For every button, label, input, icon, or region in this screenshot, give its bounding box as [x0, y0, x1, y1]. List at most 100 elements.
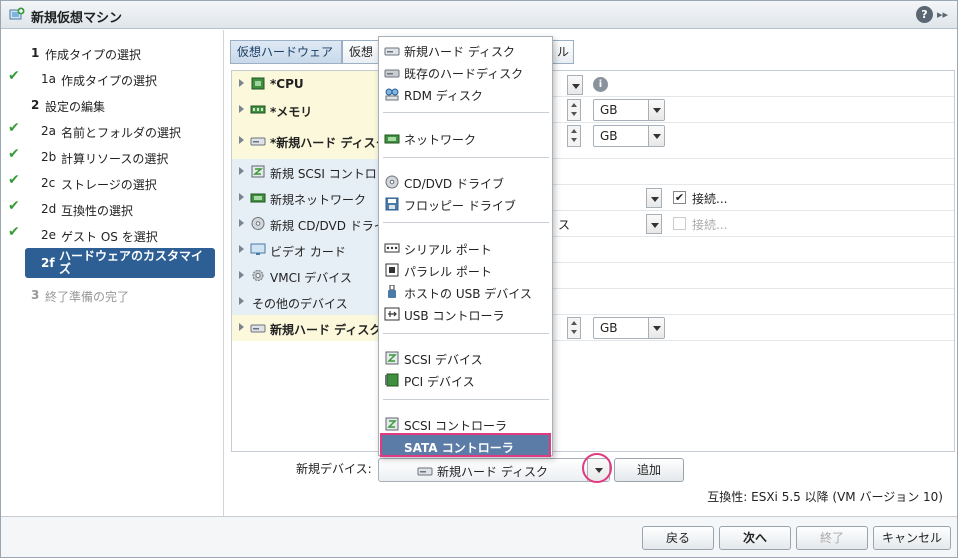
chevron-down-icon[interactable]	[648, 100, 664, 120]
expand-arrow-icon[interactable]	[239, 245, 244, 253]
menu-item-label: RDM ディスク	[404, 89, 483, 103]
menu-item-pci-device[interactable]: PCI デバイス	[379, 369, 552, 391]
step-1a[interactable]: ✔ 1a 作成タイプの選択	[1, 68, 221, 90]
cpu-icon	[251, 77, 265, 90]
tab-sdrs-rules[interactable]: ル	[552, 40, 574, 64]
disk-unit-select[interactable]: GB	[593, 125, 665, 147]
disk2-unit-select[interactable]: GB	[593, 317, 665, 339]
step-2d[interactable]: ✔ 2d 互換性の選択	[1, 198, 221, 220]
hw-row-new-hard-disk-2[interactable]: 新規ハード ディスク GB	[232, 315, 954, 341]
menu-item-parallel-port[interactable]: パラレル ポート	[379, 259, 552, 281]
step-number: 2d	[41, 202, 57, 216]
cd-media-value: ス	[558, 218, 571, 232]
menu-item-scsi-device[interactable]: SCSI デバイス	[379, 347, 552, 369]
step-number: 2	[31, 98, 40, 112]
expand-arrow-icon[interactable]	[239, 297, 244, 305]
tab-virtual-hardware[interactable]: 仮想ハードウェア	[230, 40, 342, 64]
memory-spinner[interactable]	[567, 99, 581, 121]
step-3: 3 終了準備の完了	[1, 284, 221, 306]
scsi-controller-icon	[385, 417, 399, 431]
new-device-select[interactable]: 新規ハード ディスク	[378, 458, 610, 482]
disk-size-spinner[interactable]	[567, 125, 581, 147]
expand-arrow-icon[interactable]	[239, 219, 244, 227]
menu-item-floppy[interactable]: フロッピー ドライブ	[379, 193, 552, 215]
menu-item-cd-dvd[interactable]: CD/DVD ドライブ	[379, 171, 552, 193]
serial-port-icon	[384, 243, 400, 253]
menu-item-label: USB コントローラ	[404, 309, 505, 323]
menu-item-label: ホストの USB デバイス	[404, 287, 532, 301]
hw-name: VMCI デバイス	[270, 271, 352, 285]
hw-row-scsi-controller[interactable]: 新規 SCSI コントロー	[232, 159, 954, 185]
menu-item-network[interactable]: ネットワーク	[379, 127, 552, 149]
expand-arrow-icon[interactable]	[239, 79, 244, 87]
step-number: 2c	[41, 176, 56, 190]
step-label: 設定の編集	[45, 100, 106, 114]
cd-connect-label: 接続...	[692, 218, 728, 232]
expand-arrow-icon[interactable]	[239, 323, 244, 331]
hard-disk-icon	[384, 47, 400, 56]
menu-item-host-usb-device[interactable]: ホストの USB デバイス	[379, 281, 552, 303]
new-device-selected-value: 新規ハード ディスク	[437, 465, 548, 479]
menu-item-rdm-disk[interactable]: RDM ディスク	[379, 83, 552, 105]
step-2b[interactable]: ✔ 2b 計算リソースの選択	[1, 146, 221, 168]
chevron-down-icon[interactable]	[648, 126, 664, 146]
add-device-button[interactable]: 追加	[614, 458, 684, 482]
step-2e[interactable]: ✔ 2e ゲスト OS を選択	[1, 224, 221, 246]
hw-name-cell: ビデオ カード	[232, 237, 382, 263]
cd-dropdown-button[interactable]	[646, 214, 662, 234]
network-dropdown-button[interactable]	[646, 188, 662, 208]
expand-icon[interactable]: ▸▸	[937, 6, 951, 23]
step-2f[interactable]: 2f ハードウェアのカスタマイズ	[25, 248, 215, 278]
menu-item-usb-controller[interactable]: USB コントローラ	[379, 303, 552, 325]
hw-name: *CPU	[270, 77, 304, 91]
hw-row-cpu[interactable]: *CPU i	[232, 71, 954, 97]
menu-item-serial-port[interactable]: シリアル ポート	[379, 237, 552, 259]
hard-disk-icon	[250, 324, 266, 333]
hw-row-other-devices[interactable]: その他のデバイス	[232, 289, 954, 315]
chevron-down-icon[interactable]	[648, 318, 664, 338]
menu-item-existing-hard-disk[interactable]: 既存のハードディスク	[379, 61, 552, 83]
cancel-button[interactable]: キャンセル	[873, 526, 951, 550]
hw-row-memory[interactable]: *メモリ GB	[232, 97, 954, 123]
menu-item-label: シリアル ポート	[404, 243, 492, 257]
step-2a[interactable]: ✔ 2a 名前とフォルダの選択	[1, 120, 221, 142]
step-label: 作成タイプの選択	[45, 48, 142, 62]
next-button[interactable]: 次へ	[719, 526, 791, 550]
network-connect-checkbox[interactable]: ✔	[673, 191, 686, 204]
menu-item-sata-controller[interactable]: SATA コントローラ	[380, 433, 551, 457]
menu-item-label: SATA コントローラ	[404, 441, 514, 455]
menu-separator	[383, 112, 549, 113]
hw-name-cell: VMCI デバイス	[232, 263, 382, 289]
info-icon[interactable]: i	[593, 77, 608, 92]
usb-controller-icon	[384, 307, 400, 321]
hw-row-vmci[interactable]: VMCI デバイス	[232, 263, 954, 289]
step-number: 3	[31, 288, 40, 302]
virtual-hardware-list: *CPU i *メモリ GB *新規ハード ディスク GB 新規 SCSI コン…	[231, 70, 955, 452]
step-1[interactable]: 1 作成タイプの選択	[1, 42, 221, 64]
memory-unit-select[interactable]: GB	[593, 99, 665, 121]
help-icon[interactable]: ?	[916, 6, 933, 23]
hw-row-network[interactable]: 新規ネットワーク ✔ 接続...	[232, 185, 954, 211]
expand-arrow-icon[interactable]	[239, 167, 244, 175]
menu-item-new-hard-disk[interactable]: 新規ハード ディスク	[379, 39, 552, 61]
expand-arrow-icon[interactable]	[239, 105, 244, 113]
expand-arrow-icon[interactable]	[239, 271, 244, 279]
hw-name-cell: *新規ハード ディスク	[232, 123, 388, 159]
step-label: ゲスト OS を選択	[61, 230, 158, 244]
expand-arrow-icon[interactable]	[239, 193, 244, 201]
step-2c[interactable]: ✔ 2c ストレージの選択	[1, 172, 221, 194]
hw-row-video-card[interactable]: ビデオ カード	[232, 237, 954, 263]
window-title: 新規仮想マシン	[31, 11, 123, 26]
back-button[interactable]: 戻る	[642, 526, 714, 550]
cpu-dropdown-button[interactable]	[567, 75, 583, 95]
expand-arrow-icon[interactable]	[239, 136, 244, 144]
disk2-size-spinner[interactable]	[567, 317, 581, 339]
scsi-device-icon	[385, 351, 399, 365]
network-icon	[250, 193, 266, 203]
step-number: 2b	[41, 150, 57, 164]
step-2[interactable]: 2 設定の編集	[1, 94, 221, 116]
menu-item-scsi-controller[interactable]: SCSI コントローラ	[379, 413, 552, 435]
hw-row-new-hard-disk[interactable]: *新規ハード ディスク GB	[232, 123, 954, 159]
hw-name: 新規ハード ディスク	[270, 323, 382, 337]
hw-row-cd-dvd[interactable]: 新規 CD/DVD ドライ ス 接続...	[232, 211, 954, 237]
